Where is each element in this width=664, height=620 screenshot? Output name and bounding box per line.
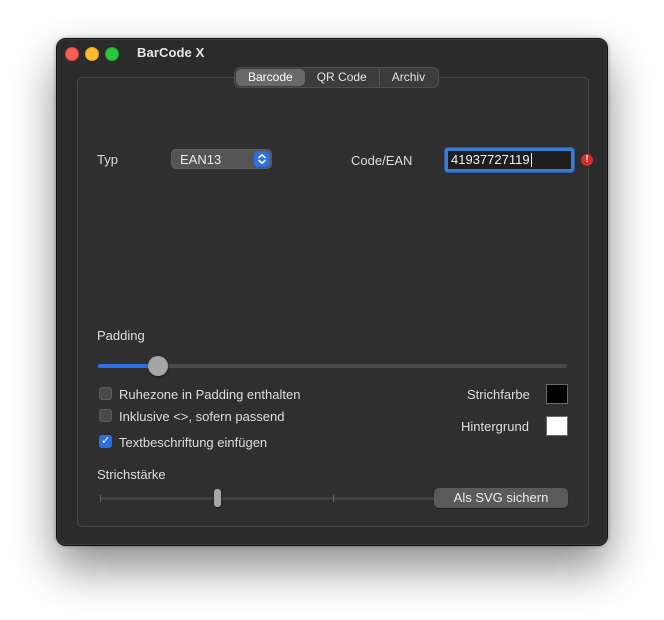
stroke-width-tick — [100, 495, 101, 502]
tab-switcher: Barcode QR Code Archiv — [234, 67, 440, 88]
tab-qr-code[interactable]: QR Code — [305, 69, 379, 86]
stroke-color-label: Strichfarbe — [467, 387, 530, 402]
padding-slider-knob[interactable] — [148, 356, 169, 376]
checkmark-icon: ✓ — [101, 435, 111, 447]
stroke-width-label: Strichstärke — [97, 467, 166, 482]
tab-barcode[interactable]: Barcode — [236, 69, 305, 86]
padding-slider[interactable] — [98, 364, 567, 368]
barcode-tab-panel: Typ EAN13 Code/EAN 41937727119 ! Padding… — [77, 77, 593, 527]
minimize-window-button[interactable] — [85, 47, 99, 61]
text-label-label[interactable]: Textbeschriftung einfügen — [119, 435, 267, 450]
background-color-well[interactable] — [546, 416, 568, 436]
quiet-zone-label[interactable]: Ruhezone in Padding enthalten — [119, 387, 300, 402]
background-color-label: Hintergrund — [461, 419, 529, 434]
code-ean-label: Code/EAN — [351, 153, 413, 168]
padding-label: Padding — [97, 328, 145, 343]
close-window-button[interactable] — [65, 47, 79, 61]
quiet-zone-checkbox[interactable] — [99, 387, 112, 400]
tab-archiv[interactable]: Archiv — [378, 69, 437, 86]
type-label: Typ — [97, 152, 118, 167]
inclusive-brackets-label[interactable]: Inklusive <>, sofern passend — [119, 409, 285, 424]
zoom-window-button[interactable] — [105, 47, 119, 61]
text-label-checkbox[interactable]: ✓ — [99, 435, 112, 448]
save-svg-button[interactable]: Als SVG sichern — [434, 488, 568, 508]
type-popup-button[interactable]: EAN13 — [171, 149, 272, 169]
stroke-width-slider-knob[interactable] — [213, 489, 221, 507]
window-title: BarCode X — [137, 45, 205, 60]
code-ean-value: 41937727119 — [451, 152, 532, 167]
stroke-color-well[interactable] — [546, 384, 568, 404]
code-ean-input[interactable]: 41937727119 — [445, 148, 574, 172]
inclusive-brackets-checkbox[interactable] — [99, 409, 112, 422]
title-bar[interactable]: BarCode X — [57, 39, 607, 67]
stroke-width-tick — [333, 495, 334, 502]
app-window: BarCode X Barcode QR Code Archiv Typ EAN… — [56, 38, 608, 546]
type-popup-value: EAN13 — [180, 152, 222, 167]
up-down-chevron-icon — [254, 151, 270, 167]
exclamation-icon[interactable]: ! — [581, 154, 593, 166]
